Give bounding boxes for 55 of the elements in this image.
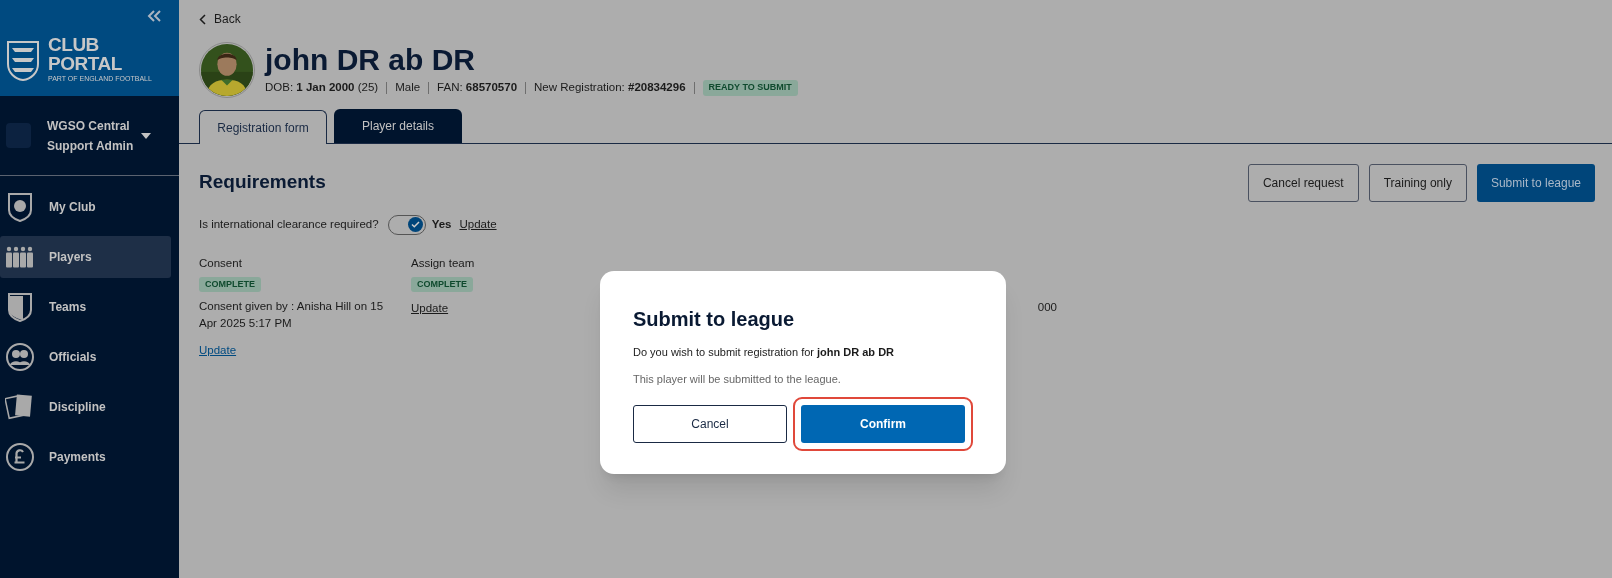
nav-item[interactable]: My Club [0, 186, 171, 228]
nav-label: Discipline [49, 399, 106, 416]
nav-label: Officials [49, 349, 97, 366]
nav-label: Players [49, 249, 92, 266]
confirm-button[interactable]: Confirm [801, 405, 965, 443]
requirement-heading: Assign team [411, 255, 475, 271]
update-link[interactable]: Update [459, 215, 497, 234]
action-button[interactable]: Cancel request [1247, 164, 1359, 202]
requirement-heading: Consent [199, 255, 242, 271]
players-icon [6, 246, 34, 268]
requirement-details: Consent given by : Anisha Hill on 15 Apr 2025 5:17 PM [199, 299, 385, 332]
update-link[interactable]: Update [411, 300, 449, 318]
question-text: Is international clearance required? [199, 216, 379, 232]
caret-down-icon[interactable] [141, 132, 151, 139]
back-link[interactable]: Back [199, 10, 241, 28]
shield-icon [7, 192, 33, 222]
logo-text: PORTAL [48, 54, 123, 73]
nav-item[interactable]: Teams [0, 286, 171, 328]
tab[interactable]: Player details [334, 109, 462, 143]
player-meta: DOB: 1 Jan 2000 (25) [265, 80, 379, 96]
cards-icon [5, 393, 35, 421]
status-badge: COMPLETE [199, 276, 261, 293]
nav-item[interactable]: Discipline [0, 386, 171, 428]
player-meta: FAN: 68570570 [437, 80, 518, 96]
account-name: Support Admin [47, 137, 134, 155]
shield-icon [7, 292, 33, 322]
nav-item[interactable]: Players [0, 236, 171, 278]
answer-text: Yes [431, 216, 452, 232]
cancel-button[interactable]: Cancel [633, 405, 787, 443]
status-badge: READY TO SUBMIT [702, 80, 798, 96]
update-link[interactable]: Update [199, 342, 237, 360]
player-name: john DR ab DR [265, 43, 476, 78]
collapse-icon[interactable] [147, 10, 161, 22]
nav-item[interactable]: Payments [0, 436, 171, 478]
requirement-details: 000 [1037, 299, 1058, 315]
chevron-left-icon [199, 13, 206, 25]
logo-text: CLUB [48, 35, 100, 54]
action-button[interactable]: Submit to league [1476, 164, 1595, 202]
action-button[interactable]: Training only [1368, 164, 1467, 202]
player-meta: New Registration: #20834296 [534, 80, 686, 96]
nav-item[interactable]: Officials [0, 336, 171, 378]
player-meta: Male [395, 80, 421, 96]
pound-icon [6, 443, 34, 471]
check-icon [410, 221, 420, 228]
people-icon [6, 343, 34, 371]
modal-title: Submit to league [633, 307, 796, 332]
nav-label: My Club [49, 199, 96, 216]
account-name: WGSO Central [47, 117, 131, 135]
tab[interactable]: Registration form [199, 110, 327, 144]
nav-label: Payments [49, 449, 106, 466]
nav-label: Teams [49, 299, 87, 316]
section-title: Requirements [199, 170, 327, 194]
status-badge: COMPLETE [411, 276, 473, 293]
modal-note: This player will be submitted to the league. [633, 371, 842, 387]
modal-message: Do you wish to submit registration for john DR ab DR [633, 345, 896, 360]
